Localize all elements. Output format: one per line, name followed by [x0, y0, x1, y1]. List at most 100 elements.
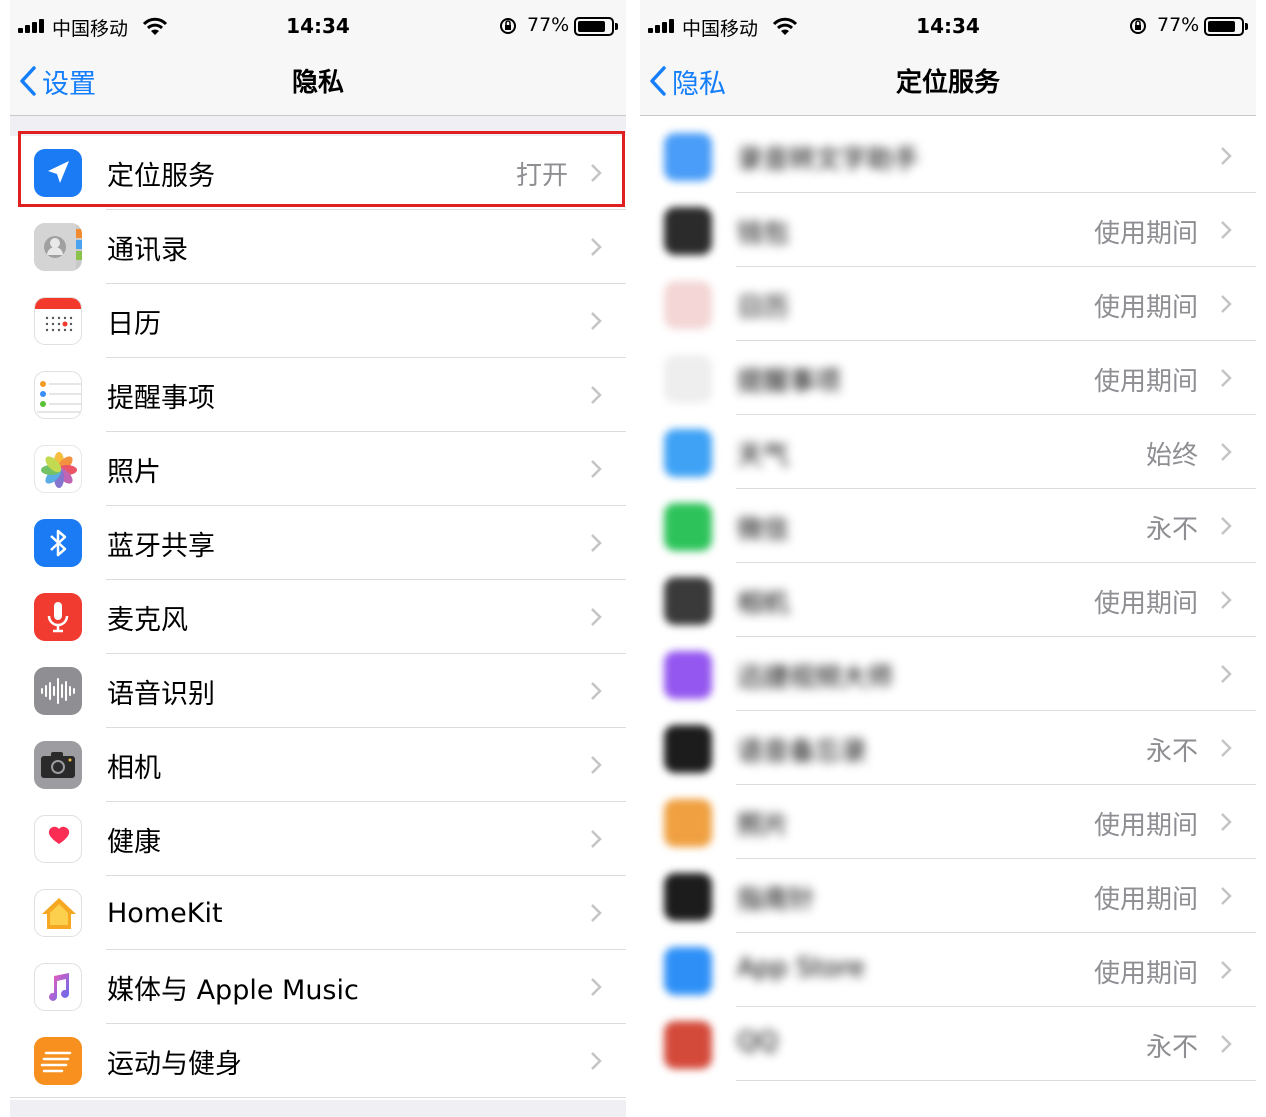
camera-icon — [34, 741, 82, 789]
app-location-row[interactable]: 日历 使用期间 — [640, 267, 1256, 341]
row-label: HomeKit — [107, 897, 223, 929]
app-location-row[interactable]: 微信 永不 — [640, 489, 1256, 563]
app-icon-blurred — [664, 133, 712, 181]
app-location-row[interactable]: 录音转文字助手 — [640, 119, 1256, 193]
microphone-icon — [34, 593, 82, 641]
app-name-blurred: 钱包 — [737, 219, 790, 249]
app-name-blurred: 微信 — [737, 515, 790, 545]
privacy-list: 定位服务 打开 通讯录 日历 提醒事项 照片 蓝牙共享 麦克风 语音识别 相机 … — [10, 136, 626, 1098]
chevron-right-icon — [1221, 1035, 1232, 1053]
row-label: 通讯录 — [107, 234, 188, 266]
row-photos[interactable]: 照片 — [10, 432, 626, 506]
row-motion-fitness[interactable]: 运动与健身 — [10, 1024, 626, 1098]
chevron-right-icon — [591, 164, 602, 182]
chevron-right-icon — [1221, 221, 1232, 239]
row-bluetooth-sharing[interactable]: 蓝牙共享 — [10, 506, 626, 580]
orientation-lock-icon — [500, 18, 516, 34]
row-label: 照片 — [107, 456, 161, 488]
chevron-right-icon — [591, 534, 602, 552]
row-label: 语音识别 — [107, 678, 215, 710]
app-location-list: 录音转文字助手 钱包 使用期间 日历 使用期间 提醒事项 使用期间 天气 始终 微信 永不 相机 使用期… — [640, 119, 1256, 1081]
app-location-row[interactable]: App Store 使用期间 — [640, 933, 1256, 1007]
page-title: 定位服务 — [895, 68, 1000, 98]
photos-icon — [34, 445, 82, 493]
row-media-apple-music[interactable]: 媒体与 Apple Music — [10, 950, 626, 1024]
chevron-right-icon — [591, 1052, 602, 1070]
chevron-right-icon — [1221, 295, 1232, 313]
app-location-row[interactable]: QQ 永不 — [640, 1007, 1256, 1081]
row-location-services[interactable]: 定位服务 打开 — [10, 136, 626, 210]
section-separator — [10, 116, 626, 136]
video-app-icon — [664, 651, 712, 699]
row-label: 提醒事项 — [107, 382, 215, 414]
row-contacts[interactable]: 通讯录 — [10, 210, 626, 284]
row-reminders[interactable]: 提醒事项 — [10, 358, 626, 432]
wechat-icon — [664, 503, 712, 551]
app-location-row[interactable]: 天气 始终 — [640, 415, 1256, 489]
app-location-row[interactable]: 钱包 使用期间 — [640, 193, 1256, 267]
row-label: 蓝牙共享 — [107, 530, 215, 562]
app-location-row[interactable]: 语音备忘录 永不 — [640, 711, 1256, 785]
permission-value: 使用期间 — [1093, 293, 1198, 323]
row-camera[interactable]: 相机 — [10, 728, 626, 802]
row-microphone[interactable]: 麦克风 — [10, 580, 626, 654]
row-label: 麦克风 — [107, 604, 188, 636]
chevron-right-icon — [591, 386, 602, 404]
chevron-right-icon — [1221, 813, 1232, 831]
chevron-right-icon — [591, 460, 602, 478]
music-note-icon — [34, 963, 82, 1011]
location-arrow-icon — [34, 149, 82, 197]
app-name-blurred: QQ — [737, 1027, 778, 1057]
chevron-right-icon — [1221, 665, 1232, 683]
chevron-right-icon — [591, 756, 602, 774]
permission-value: 使用期间 — [1093, 219, 1198, 249]
app-store-icon — [664, 947, 712, 995]
calendar-icon — [34, 297, 82, 345]
chevron-right-icon — [1221, 147, 1232, 165]
permission-value: 永不 — [1145, 1033, 1198, 1063]
row-label: 日历 — [107, 308, 161, 340]
app-name-blurred: 语音备忘录 — [737, 737, 868, 767]
home-icon — [34, 889, 82, 937]
app-location-row[interactable]: 照片 使用期间 — [640, 785, 1256, 859]
app-location-row[interactable]: 迅捷视频大师 — [640, 637, 1256, 711]
row-label: 健康 — [107, 826, 161, 858]
chevron-right-icon — [1221, 517, 1232, 535]
battery-icon — [574, 17, 618, 36]
chevron-right-icon — [1221, 887, 1232, 905]
permission-value: 始终 — [1145, 441, 1198, 471]
bluetooth-icon — [34, 519, 82, 567]
camera-icon — [664, 577, 712, 625]
permission-value: 使用期间 — [1093, 885, 1198, 915]
app-location-row[interactable]: 提醒事项 使用期间 — [640, 341, 1256, 415]
permission-value: 永不 — [1145, 515, 1198, 545]
navigation-bar: 隐私 定位服务 — [640, 54, 1256, 116]
row-label: 相机 — [107, 752, 161, 784]
status-bar: 中国移动 14:34 77% — [640, 0, 1256, 54]
waveform-icon — [34, 667, 82, 715]
row-homekit[interactable]: HomeKit — [10, 876, 626, 950]
row-speech-recognition[interactable]: 语音识别 — [10, 654, 626, 728]
permission-value: 永不 — [1145, 737, 1198, 767]
chevron-right-icon — [591, 978, 602, 996]
heart-icon — [34, 815, 82, 863]
app-name-blurred: 提醒事项 — [737, 367, 842, 397]
voice-memo-icon — [664, 725, 712, 773]
app-name-blurred: 照片 — [737, 811, 790, 841]
app-location-row[interactable]: 相机 使用期间 — [640, 563, 1256, 637]
row-health[interactable]: 健康 — [10, 802, 626, 876]
app-name-blurred: 相机 — [737, 589, 790, 619]
row-calendar[interactable]: 日历 — [10, 284, 626, 358]
battery-percent: 77% — [1157, 14, 1200, 36]
battery-icon — [1204, 17, 1248, 36]
app-location-row[interactable]: 指南针 使用期间 — [640, 859, 1256, 933]
battery-percent: 77% — [527, 14, 570, 36]
chevron-right-icon — [1221, 369, 1232, 387]
navigation-bar: 设置 隐私 — [10, 54, 626, 116]
status-bar: 中国移动 14:34 77% — [10, 0, 626, 54]
row-label: 运动与健身 — [107, 1048, 242, 1080]
page-title: 隐私 — [291, 68, 344, 98]
chevron-right-icon — [591, 608, 602, 626]
chevron-right-icon — [591, 830, 602, 848]
permission-value: 使用期间 — [1093, 367, 1198, 397]
